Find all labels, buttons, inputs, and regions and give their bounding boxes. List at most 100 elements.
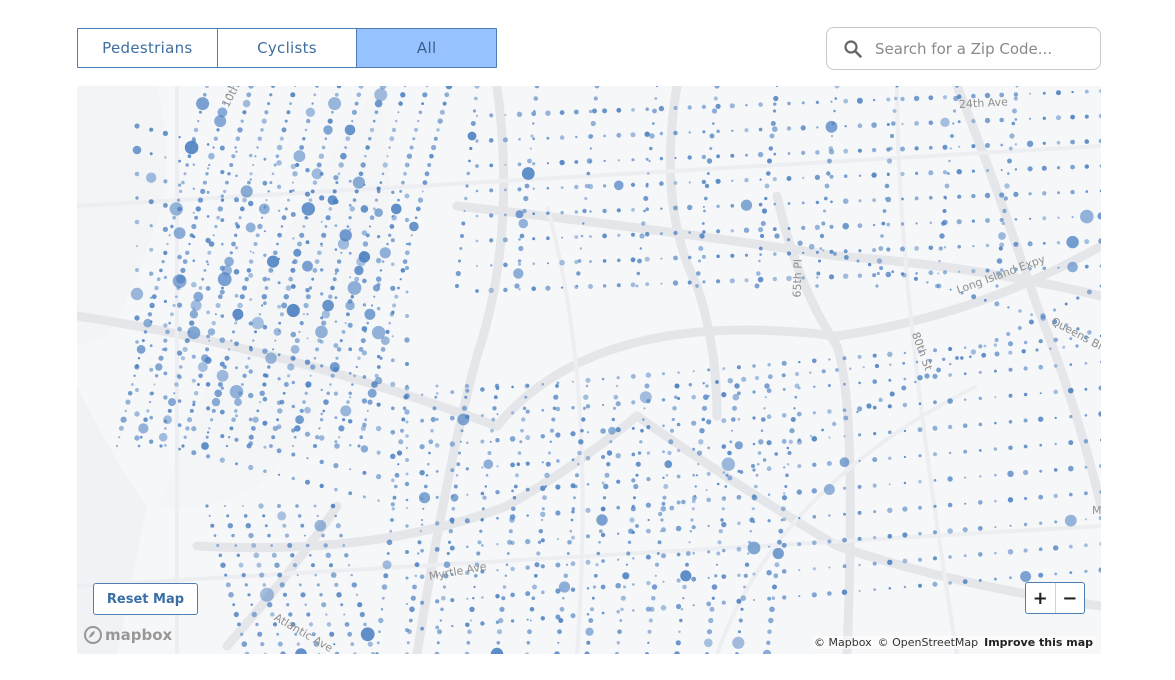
incident-dot bbox=[383, 573, 389, 579]
incident-dot bbox=[754, 375, 760, 381]
incident-dot bbox=[385, 329, 390, 334]
incident-dot bbox=[766, 414, 772, 420]
filter-pedestrians-button[interactable]: Pedestrians bbox=[78, 29, 218, 67]
incident-dot bbox=[502, 585, 507, 589]
incident-dot bbox=[1042, 191, 1047, 196]
incident-dot bbox=[190, 300, 202, 311]
incident-dot bbox=[211, 320, 216, 326]
incident-dot bbox=[557, 641, 560, 644]
crash-map[interactable]: 10th 24th Ave 65th Pl Long Island Expy 8… bbox=[77, 86, 1101, 654]
incident-dot bbox=[798, 517, 801, 520]
incident-dot bbox=[662, 476, 665, 479]
incident-dot bbox=[617, 258, 621, 263]
incident-dot bbox=[404, 162, 410, 168]
zoom-in-button[interactable]: + bbox=[1026, 583, 1056, 613]
incident-dot bbox=[176, 198, 181, 202]
attribution-osm-link[interactable]: © OpenStreetMap bbox=[878, 636, 979, 649]
incident-dot bbox=[287, 374, 291, 378]
incident-dot bbox=[606, 462, 611, 467]
incident-dot bbox=[673, 106, 678, 110]
incident-dot bbox=[304, 534, 306, 537]
incident-dot bbox=[602, 208, 607, 214]
incident-dot bbox=[349, 468, 352, 471]
incident-dot bbox=[267, 602, 273, 608]
incident-dot bbox=[1070, 164, 1075, 170]
attribution-mapbox-link[interactable]: © Mapbox bbox=[814, 636, 872, 649]
incident-dot bbox=[156, 277, 161, 281]
incident-dot bbox=[584, 651, 590, 654]
incident-dot bbox=[130, 383, 134, 386]
incident-dot bbox=[315, 435, 320, 440]
incident-dot bbox=[281, 302, 288, 309]
incident-dot bbox=[318, 435, 325, 441]
reset-map-button[interactable]: Reset Map bbox=[93, 583, 198, 615]
incident-dot bbox=[417, 540, 422, 545]
incident-dot bbox=[346, 312, 350, 317]
incident-dot bbox=[635, 473, 639, 477]
incident-dot bbox=[606, 450, 613, 456]
incident-dot bbox=[488, 138, 494, 143]
incident-dot bbox=[651, 584, 658, 590]
incident-dot bbox=[933, 479, 937, 482]
incident-dot bbox=[595, 563, 599, 567]
incident-dot bbox=[758, 227, 764, 233]
incident-dot bbox=[555, 406, 561, 412]
incident-dot bbox=[903, 455, 907, 459]
incident-dot bbox=[464, 518, 470, 524]
incident-dot bbox=[858, 174, 862, 177]
incident-dot bbox=[347, 322, 353, 328]
incident-dot bbox=[828, 436, 831, 439]
incident-dot bbox=[249, 178, 252, 181]
incident-dot bbox=[721, 496, 727, 501]
incident-dot bbox=[248, 417, 253, 422]
incident-dot bbox=[439, 619, 442, 622]
incident-dot bbox=[1086, 289, 1092, 295]
incident-dot bbox=[529, 147, 532, 150]
incident-dot bbox=[932, 556, 938, 561]
incident-dot bbox=[614, 651, 620, 654]
zip-search-input[interactable] bbox=[875, 39, 1075, 58]
zip-search-box[interactable] bbox=[826, 27, 1101, 70]
filter-all-button[interactable]: All bbox=[357, 29, 497, 67]
incident-dot bbox=[1015, 86, 1019, 88]
incident-dot bbox=[942, 209, 947, 213]
incident-dot bbox=[631, 452, 636, 457]
incident-dot bbox=[458, 451, 461, 455]
incident-dot bbox=[451, 506, 456, 511]
incident-dot bbox=[340, 251, 343, 254]
incident-dot bbox=[229, 426, 234, 431]
incident-dot bbox=[409, 221, 419, 232]
incident-dot bbox=[942, 357, 946, 361]
incident-dot bbox=[389, 529, 393, 533]
incident-dot bbox=[811, 436, 818, 442]
incident-dot bbox=[747, 541, 761, 555]
incident-dot bbox=[885, 271, 892, 278]
incident-dot bbox=[334, 487, 338, 492]
incident-dot bbox=[305, 168, 310, 173]
incident-dot bbox=[290, 345, 300, 354]
incident-dot bbox=[1008, 146, 1013, 151]
incident-dot bbox=[632, 557, 635, 560]
incident-dot bbox=[227, 348, 231, 351]
incident-dot bbox=[310, 563, 316, 568]
incident-dot bbox=[325, 552, 331, 558]
incident-dot bbox=[220, 170, 225, 175]
incident-dot bbox=[692, 447, 696, 451]
incident-dot bbox=[576, 271, 581, 276]
incident-dot bbox=[293, 435, 297, 439]
improve-map-link[interactable]: Improve this map bbox=[984, 636, 1093, 649]
incident-dot bbox=[277, 353, 281, 357]
incident-dot bbox=[271, 172, 275, 176]
incident-dot bbox=[971, 219, 976, 223]
incident-dot bbox=[821, 369, 826, 374]
incident-dot bbox=[480, 518, 484, 521]
incident-dot bbox=[224, 573, 228, 577]
filter-cyclists-button[interactable]: Cyclists bbox=[217, 29, 358, 67]
incident-dot bbox=[205, 286, 211, 291]
mapbox-logo[interactable]: mapbox bbox=[83, 625, 172, 645]
incident-dot bbox=[900, 222, 905, 226]
zoom-out-button[interactable]: − bbox=[1056, 583, 1085, 613]
incident-dot bbox=[291, 428, 296, 433]
incident-dot bbox=[856, 259, 860, 263]
incident-dot bbox=[978, 344, 983, 349]
